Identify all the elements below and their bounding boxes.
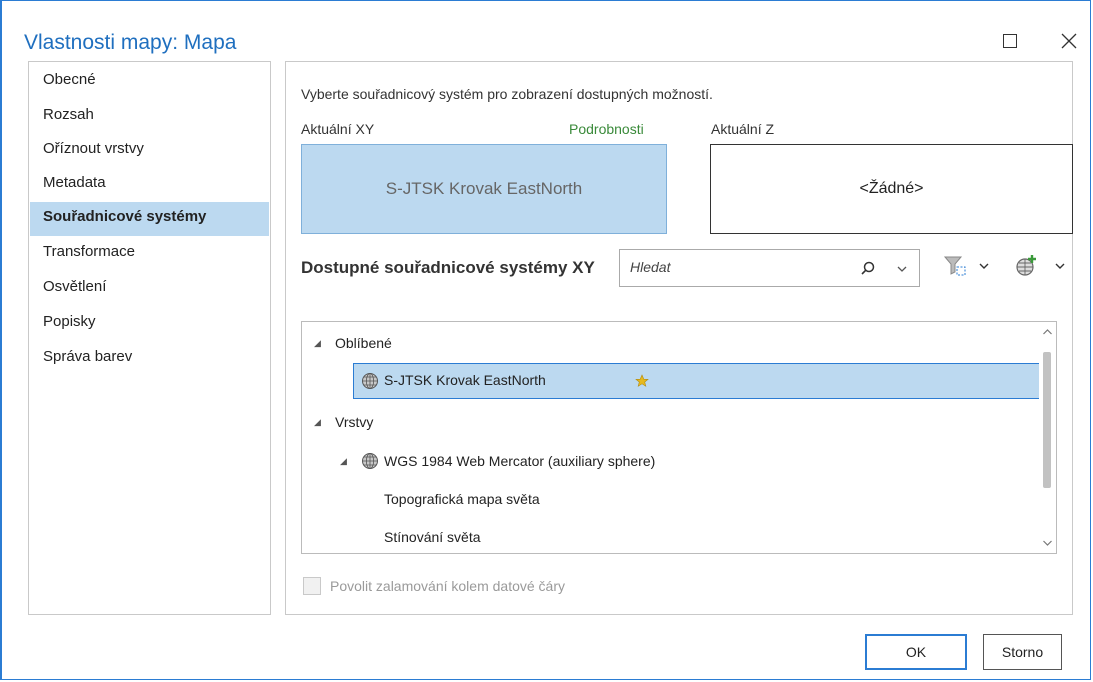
cancel-button[interactable]: Storno bbox=[983, 634, 1062, 670]
wrap-dateline-label: Povolit zalamování kolem datové čáry bbox=[330, 578, 565, 594]
favorite-star-icon[interactable] bbox=[634, 373, 650, 389]
current-z-label: Aktuální Z bbox=[711, 121, 775, 137]
scroll-down-icon[interactable] bbox=[1042, 539, 1053, 547]
expand-arrow-icon[interactable]: ◢ bbox=[314, 326, 321, 360]
tree-node-layer-crs[interactable]: ◢ WGS 1984 Web Mercator (auxiliary spher… bbox=[302, 444, 1038, 478]
expand-arrow-icon[interactable]: ◢ bbox=[314, 405, 321, 439]
tree-node-favorites[interactable]: ◢ Oblíbené bbox=[302, 326, 1038, 360]
tree-node-label: Oblíbené bbox=[335, 335, 392, 351]
nav-item-labels[interactable]: Popisky bbox=[30, 307, 269, 341]
available-systems-heading: Dostupné souřadnicové systémy XY bbox=[301, 258, 595, 277]
ok-button[interactable]: OK bbox=[865, 634, 967, 670]
maximize-icon bbox=[1003, 34, 1017, 48]
tree-item-layer[interactable]: Topografická mapa světa bbox=[302, 482, 1038, 516]
tree-node-layers[interactable]: ◢ Vrstvy bbox=[302, 405, 1038, 439]
add-coordinate-system-button[interactable] bbox=[1014, 253, 1074, 279]
current-z-box[interactable]: <Žádné> bbox=[710, 144, 1073, 234]
current-xy-label: Aktuální XY bbox=[301, 121, 375, 137]
chevron-down-icon bbox=[1055, 263, 1065, 269]
tree-item-favorite-selected[interactable]: S-JTSK Krovak EastNorth bbox=[353, 363, 1043, 399]
tree-node-label: Vrstvy bbox=[335, 414, 374, 430]
globe-icon bbox=[362, 373, 378, 389]
filter-button[interactable] bbox=[942, 253, 990, 279]
search-placeholder: Hledat bbox=[630, 259, 671, 275]
nav-item-clip-layers[interactable]: Oříznout vrstvy bbox=[30, 134, 269, 168]
nav-item-coordinate-systems[interactable]: Souřadnicové systémy bbox=[30, 202, 269, 236]
chevron-down-icon bbox=[979, 263, 989, 269]
nav-item-general[interactable]: Obecné bbox=[30, 65, 269, 99]
filter-icon bbox=[943, 256, 966, 276]
instruction-text: Vyberte souřadnicový systém pro zobrazen… bbox=[301, 86, 713, 102]
tree-node-label: WGS 1984 Web Mercator (auxiliary sphere) bbox=[384, 453, 656, 469]
globe-add-icon bbox=[1016, 255, 1036, 276]
scrollbar-thumb[interactable] bbox=[1043, 352, 1051, 488]
nav-item-color-management[interactable]: Správa barev bbox=[30, 342, 269, 376]
current-xy-box[interactable]: S-JTSK Krovak EastNorth bbox=[301, 144, 667, 234]
search-input[interactable]: Hledat bbox=[619, 249, 920, 287]
details-link[interactable]: Podrobnosti bbox=[569, 121, 644, 137]
globe-icon bbox=[362, 453, 378, 469]
wrap-dateline-checkbox[interactable] bbox=[303, 577, 321, 595]
category-list: Obecné Rozsah Oříznout vrstvy Metadata S… bbox=[28, 61, 271, 615]
nav-item-extent[interactable]: Rozsah bbox=[30, 100, 269, 134]
tree-item-label: Stínování světa bbox=[384, 529, 481, 545]
chevron-down-icon[interactable] bbox=[896, 264, 908, 274]
tree-item-label: Topografická mapa světa bbox=[384, 491, 540, 507]
close-icon bbox=[1061, 33, 1077, 49]
nav-item-metadata[interactable]: Metadata bbox=[30, 168, 269, 202]
coordinate-system-tree[interactable]: ◢ Oblíbené S-JTSK Krovak EastNorth ◢ Vrs… bbox=[301, 321, 1057, 554]
dialog-window: Vlastnosti mapy: Mapa Obecné Rozsah Oříz… bbox=[0, 0, 1091, 680]
close-button[interactable] bbox=[1057, 29, 1081, 53]
tree-scrollbar[interactable] bbox=[1039, 322, 1056, 553]
expand-arrow-icon[interactable]: ◢ bbox=[340, 444, 347, 478]
nav-item-illumination[interactable]: Osvětlení bbox=[30, 272, 269, 306]
tree-item-label: S-JTSK Krovak EastNorth bbox=[384, 372, 546, 388]
maximize-button[interactable] bbox=[998, 29, 1022, 53]
tree-item-layer[interactable]: Stínování světa bbox=[302, 520, 1038, 553]
search-icon[interactable] bbox=[860, 261, 878, 277]
dialog-title: Vlastnosti mapy: Mapa bbox=[24, 31, 237, 54]
nav-item-transformation[interactable]: Transformace bbox=[30, 237, 269, 271]
scroll-up-icon[interactable] bbox=[1042, 328, 1053, 336]
